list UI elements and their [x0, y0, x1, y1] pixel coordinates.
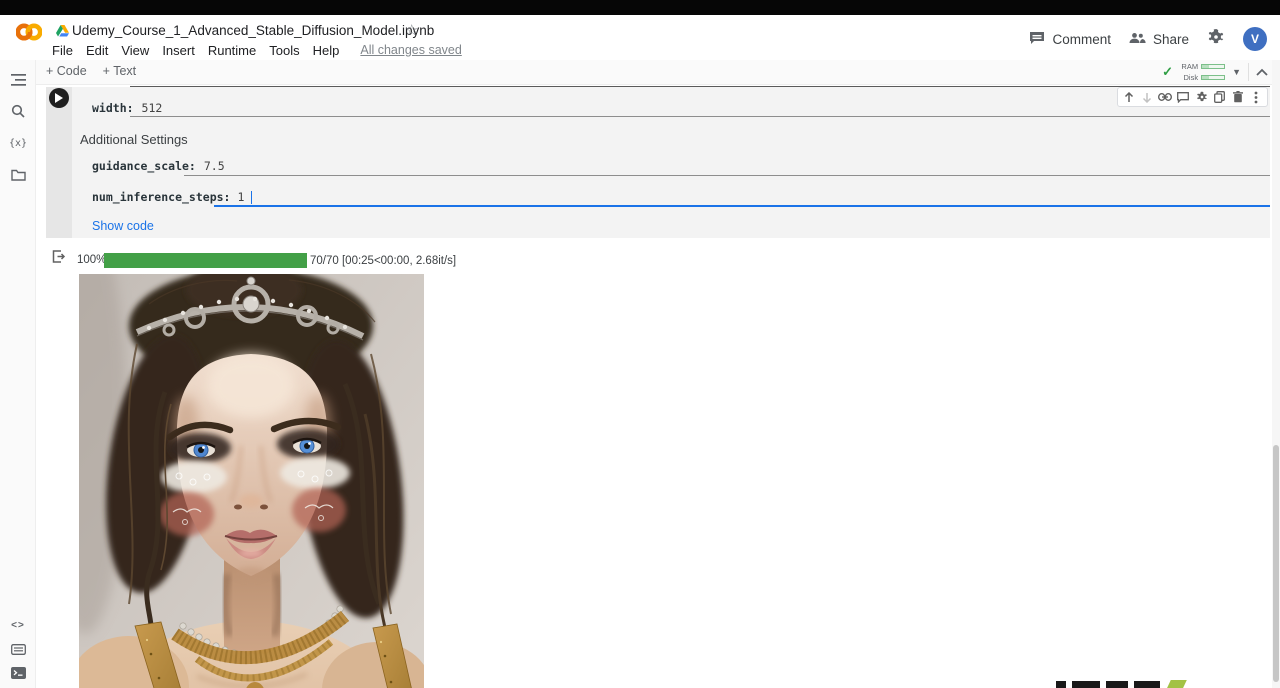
cell-settings-gear-icon[interactable]	[1194, 90, 1209, 105]
search-icon[interactable]	[0, 101, 36, 121]
command-palette-icon[interactable]	[0, 639, 36, 659]
move-cell-down-icon[interactable]	[1139, 90, 1154, 105]
progress-stats: 70/70 [00:25<00:00, 2.68it/s]	[310, 255, 456, 267]
guidance-scale-field-label: guidance_scale:	[92, 159, 196, 173]
left-sidebar: {x} <>	[0, 60, 36, 688]
delete-cell-icon[interactable]	[1231, 90, 1246, 105]
menu-edit[interactable]: Edit	[86, 43, 108, 58]
progress-bar	[104, 253, 307, 268]
avatar[interactable]: V	[1243, 27, 1267, 51]
text-cursor	[251, 191, 252, 204]
progress-bar-fill	[104, 253, 307, 268]
disk-meter	[1201, 75, 1225, 80]
cell-toolbar	[1117, 87, 1268, 107]
output-image	[79, 274, 424, 688]
terminal-icon[interactable]	[0, 663, 36, 683]
add-comment-icon[interactable]	[1176, 90, 1191, 105]
variables-icon[interactable]: {x}	[0, 133, 36, 153]
comment-label: Comment	[1052, 32, 1111, 47]
comment-button[interactable]: Comment	[1029, 31, 1111, 48]
menubar: File Edit View Insert Runtime Tools Help…	[52, 43, 462, 58]
field-row-guidance-scale: guidance_scale: 7.5	[92, 159, 225, 173]
guidance-scale-field-underline	[184, 175, 1270, 176]
menu-help[interactable]: Help	[313, 43, 340, 58]
add-cell-buttons: + Code + Text	[46, 64, 136, 78]
width-field-label: width:	[92, 101, 134, 115]
width-field-underline	[130, 116, 1270, 117]
scrollbar-thumb[interactable]	[1273, 445, 1279, 682]
notebook-title[interactable]: Udemy_Course_1_Advanced_Stable_Diffusion…	[72, 23, 434, 38]
add-text-button[interactable]: + Text	[103, 64, 136, 78]
copy-link-icon[interactable]	[1158, 90, 1173, 105]
divider	[1248, 63, 1249, 81]
num-inference-steps-field-value[interactable]: 1	[237, 190, 244, 204]
resources-dropdown-icon[interactable]: ▼	[1232, 67, 1241, 77]
video-watermark	[1056, 680, 1188, 688]
field-row-num-inference-steps: num_inference_steps: 1	[92, 190, 252, 204]
save-status[interactable]: All changes saved	[360, 43, 461, 58]
files-icon[interactable]	[0, 165, 36, 185]
colab-logo-icon[interactable]	[16, 20, 42, 49]
collapse-header-icon[interactable]	[1256, 63, 1268, 81]
add-code-button[interactable]: + Code	[46, 64, 87, 78]
menu-tools[interactable]: Tools	[269, 43, 299, 58]
guidance-scale-field-value[interactable]: 7.5	[204, 159, 225, 173]
connected-check-icon: ✓	[1162, 64, 1173, 80]
notebook-toolbar: + Code + Text ✓ RAM Disk ▼	[0, 60, 1280, 85]
comment-icon	[1029, 31, 1045, 48]
header-actions: Comment Share V	[1029, 27, 1267, 51]
form-cell[interactable]	[72, 87, 1270, 238]
num-inference-steps-field-underline-focused	[214, 205, 1270, 207]
star-icon[interactable]: ☆	[405, 21, 418, 39]
share-button[interactable]: Share	[1129, 32, 1189, 47]
ram-meter	[1201, 64, 1225, 69]
header: Udemy_Course_1_Advanced_Stable_Diffusion…	[0, 15, 1280, 60]
menu-insert[interactable]: Insert	[162, 43, 195, 58]
menu-view[interactable]: View	[121, 43, 149, 58]
field-row-width: width: 512	[92, 101, 162, 115]
more-actions-icon[interactable]	[1249, 90, 1264, 105]
letterbox-bar	[0, 0, 1280, 15]
settings-gear-icon[interactable]	[1207, 28, 1225, 51]
show-code-link[interactable]: Show code	[92, 219, 154, 233]
progress-percent: 100%	[77, 254, 106, 266]
resources-cluster: ✓ RAM Disk ▼	[1162, 62, 1268, 82]
num-inference-steps-field-label: num_inference_steps:	[92, 190, 230, 204]
table-of-contents-icon[interactable]	[0, 70, 36, 90]
width-field-value[interactable]: 512	[142, 101, 163, 115]
ram-label: RAM	[1180, 62, 1198, 71]
move-cell-up-icon[interactable]	[1121, 90, 1136, 105]
output-indicator-icon	[51, 249, 66, 269]
people-icon	[1129, 32, 1146, 47]
share-label: Share	[1153, 32, 1189, 47]
colab-window: Udemy_Course_1_Advanced_Stable_Diffusion…	[0, 0, 1280, 688]
section-label: Additional Settings	[80, 132, 188, 147]
menu-file[interactable]: File	[52, 43, 73, 58]
ram-disk-widget[interactable]: RAM Disk	[1180, 62, 1225, 82]
code-snippets-icon[interactable]: <>	[0, 615, 36, 635]
cell-gutter	[46, 87, 72, 238]
run-cell-button[interactable]	[49, 88, 69, 108]
disk-label: Disk	[1180, 73, 1198, 82]
mirror-cell-icon[interactable]	[1212, 90, 1227, 105]
drive-file-icon	[56, 24, 69, 42]
menu-runtime[interactable]: Runtime	[208, 43, 256, 58]
